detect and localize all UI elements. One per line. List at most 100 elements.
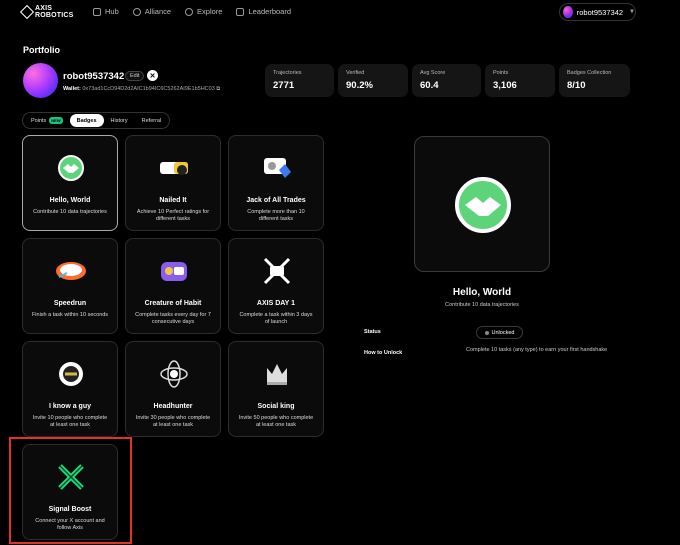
wallet-label: Wallet:: [63, 86, 81, 92]
badge-description: Complete tasks every day for 7 consecuti…: [135, 312, 211, 325]
badge-card-creature-of-habit[interactable]: Creature of Habit Complete tasks every d…: [125, 238, 221, 334]
nav-item-hub[interactable]: Hub: [93, 7, 119, 16]
badge-description: Invite 30 people who complete at least o…: [135, 415, 211, 428]
portfolio-tabs: Points NEW Badges History Referral: [22, 112, 171, 129]
stat-value: 3,106: [493, 80, 517, 91]
badge-card-nailed-it[interactable]: Nailed It Achieve 10 Perfect ratings for…: [125, 135, 221, 231]
logo-line-1: AXIS: [35, 5, 53, 12]
nav-item-label: Alliance: [144, 7, 172, 16]
compass-icon: [185, 7, 194, 16]
nav-item-alliance[interactable]: Alliance: [132, 7, 172, 16]
trophy-icon: [236, 7, 245, 16]
stat-label: Badges Collection: [567, 70, 612, 76]
badge-card-jack-of-all-trades[interactable]: Jack of All Trades Complete more than 10…: [228, 135, 324, 231]
speed-icon: [56, 262, 86, 280]
nav-item-label: Hub: [105, 7, 119, 16]
badge-description: Achieve 10 Perfect ratings for different…: [136, 209, 210, 222]
badge-description: Invite 50 people who complete at least o…: [238, 415, 314, 428]
wallet-value: 0x73ad1CcD94D2d2AIC1b94IC6C5262AI9E1b5HC…: [82, 86, 215, 92]
status-badge: Unlocked: [476, 326, 523, 339]
nav-item-leaderboard[interactable]: Leaderboard: [236, 7, 291, 16]
stat-avg-score: Avg Score 60.4: [412, 64, 481, 97]
logo-mark-icon: [19, 4, 35, 20]
stat-value: 60.4: [420, 80, 439, 91]
badge-card-hello-world[interactable]: Hello, World Contribute 10 data trajecto…: [22, 135, 118, 231]
grid-icon: [93, 7, 101, 16]
badge-title: Nailed It: [159, 197, 187, 204]
user-menu-name: robot9537342: [576, 7, 624, 17]
hammer-icon: [160, 162, 188, 175]
nav-item-label: Explore: [197, 7, 223, 16]
main-nav: Hub Alliance Explore Leaderboard: [93, 7, 291, 16]
user-menu[interactable]: robot9537342 ▼: [559, 3, 636, 21]
badge-title: AXIS DAY 1: [256, 300, 296, 307]
edit-profile-button[interactable]: Edit: [125, 71, 145, 81]
profile-avatar: [23, 63, 58, 98]
status-label: Status: [364, 329, 381, 335]
badge-description: Complete a task within 3 days of launch: [239, 312, 313, 325]
tab-referral[interactable]: Referral: [135, 114, 169, 127]
tab-points[interactable]: Points NEW: [24, 114, 70, 127]
profile-username: robot9537342: [63, 71, 125, 82]
tab-badges[interactable]: Badges: [69, 114, 104, 127]
stat-value: 90.2%: [346, 80, 373, 91]
stat-trajectories: Trajectories 2771: [265, 64, 334, 97]
badge-title: Hello, World: [49, 197, 91, 204]
logo[interactable]: AXIS ROBOTICS: [19, 4, 74, 20]
stat-label: Verified: [346, 70, 365, 76]
logo-line-2: ROBOTICS: [35, 12, 74, 19]
stat-value: 8/10: [567, 80, 586, 91]
badge-description: Invite 10 people who complete at least o…: [32, 415, 108, 428]
chevron-down-icon: ▼: [629, 9, 635, 15]
badge-title: Speedrun: [53, 300, 87, 307]
badge-card-social-king[interactable]: Social king Invite 50 people who complet…: [228, 341, 324, 437]
people-icon: [132, 7, 141, 16]
tools-icon: [264, 158, 291, 178]
badge-title: I know a guy: [48, 403, 91, 410]
badge-card-axis-day-1[interactable]: AXIS DAY 1 Complete a task within 3 days…: [228, 238, 324, 334]
handshake-icon: [455, 177, 511, 233]
copy-icon[interactable]: ⧉: [216, 86, 220, 92]
axis-day1-icon: [263, 257, 291, 285]
stats-row: Trajectories 2771 Verified 90.2% Avg Sco…: [265, 64, 630, 97]
tab-label: Points: [31, 117, 47, 124]
stat-label: Avg Score: [420, 70, 446, 76]
medal-icon: [59, 362, 83, 386]
highlight-box: [9, 437, 132, 544]
badge-detail-image: [414, 136, 550, 272]
badge-title: Jack of All Trades: [246, 197, 306, 204]
status-value: Unlocked: [491, 329, 515, 336]
status-dot-icon: [484, 330, 489, 335]
stat-badges-collection: Badges Collection 8/10: [559, 64, 630, 97]
wallet-address: Wallet: 0x73ad1CcD94D2d2AIC1b94IC6C5262A…: [63, 86, 220, 93]
badge-title: Headhunter: [153, 403, 193, 410]
nav-item-explore[interactable]: Explore: [185, 7, 222, 16]
avatar: [563, 6, 573, 18]
badge-title: Social king: [257, 403, 295, 410]
badge-card-speedrun[interactable]: Speedrun Finish a task within 10 seconds: [22, 238, 118, 334]
stat-verified: Verified 90.2%: [338, 64, 408, 97]
how-to-unlock-text: Complete 10 tasks (any type) to earn you…: [466, 347, 608, 353]
crown-icon: [267, 364, 287, 385]
calendar-icon: [161, 262, 187, 281]
page-title: Portfolio: [23, 45, 60, 55]
stat-value: 2771: [273, 80, 295, 91]
badge-description: Complete more than 10 different tasks: [247, 209, 305, 222]
tab-history[interactable]: History: [104, 114, 135, 127]
nav-item-label: Leaderboard: [248, 7, 292, 16]
how-to-unlock-label: How to Unlock: [364, 350, 403, 356]
x-account-icon[interactable]: ✕: [147, 70, 158, 81]
badge-detail-description: Contribute 10 data trajectories: [445, 302, 519, 308]
top-navigation: AXIS ROBOTICS Hub Alliance Explore Leade…: [0, 0, 680, 26]
target-icon: [160, 360, 188, 388]
badge-description: Contribute 10 data trajectories: [33, 209, 107, 215]
new-badge: NEW: [49, 117, 63, 124]
badge-title: Creature of Habit: [144, 300, 202, 307]
badge-description: Finish a task within 10 seconds: [31, 312, 109, 318]
badge-card-headhunter[interactable]: Headhunter Invite 30 people who complete…: [125, 341, 221, 437]
badge-card-i-know-a-guy[interactable]: I know a guy Invite 10 people who comple…: [22, 341, 118, 437]
stat-label: Points: [493, 70, 509, 76]
handshake-icon: [58, 155, 84, 181]
stat-points: Points 3,106: [485, 64, 555, 97]
stat-label: Trajectories: [273, 70, 302, 76]
